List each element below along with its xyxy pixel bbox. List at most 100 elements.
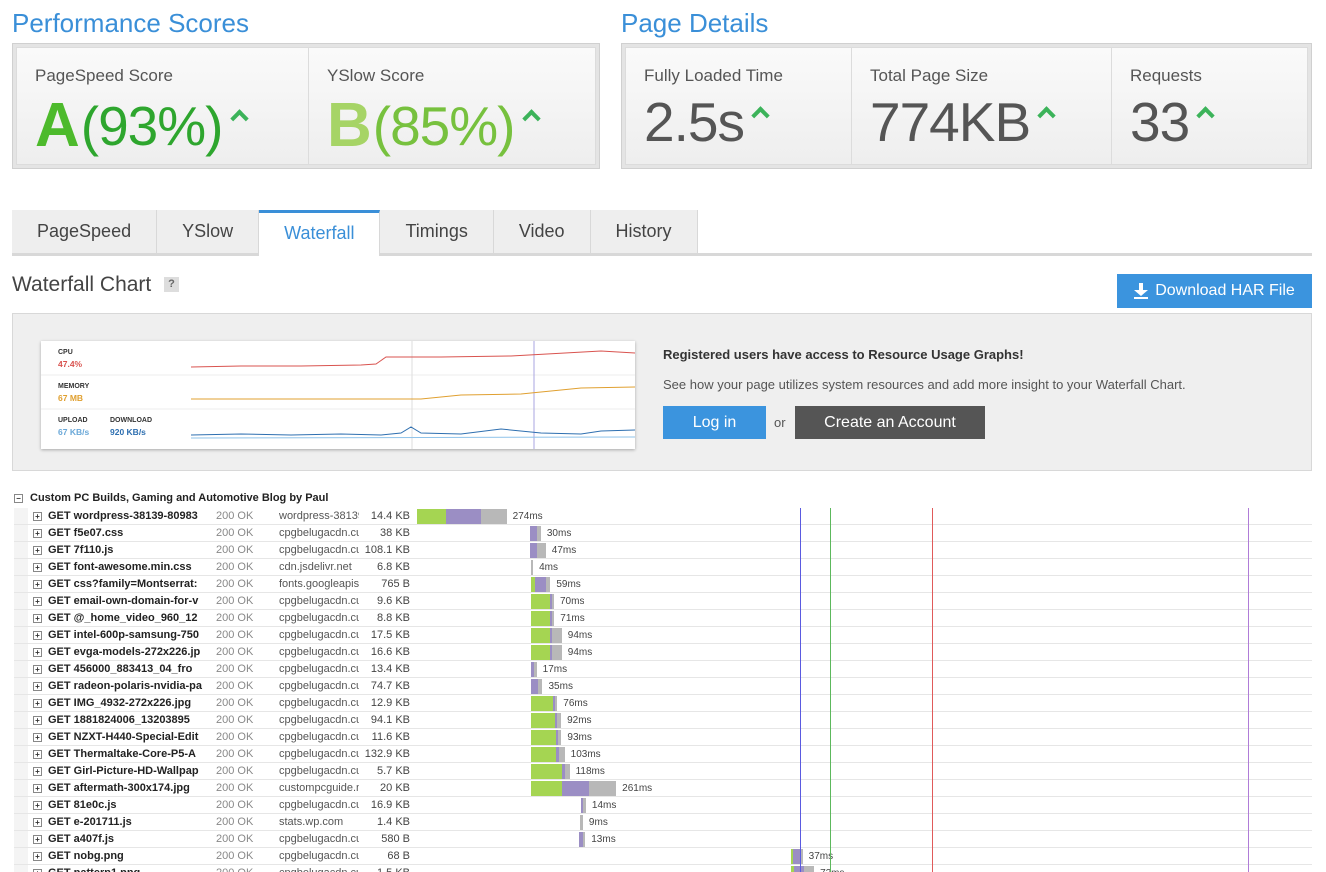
waterfall-page-header[interactable]: − Custom PC Builds, Gaming and Automotiv… bbox=[14, 492, 328, 504]
request-row[interactable]: + GET @_home_video_960_12 200 OK cpgbelugac… bbox=[14, 610, 1312, 627]
request-size: 11.6 KB bbox=[371, 731, 410, 743]
request-size: 765 B bbox=[381, 578, 410, 590]
expand-icon[interactable]: + bbox=[33, 682, 42, 691]
request-row[interactable]: + GET NZXT-H440-Special-Edit 200 OK cpgbelu… bbox=[14, 729, 1312, 746]
tab-video[interactable]: Video bbox=[493, 210, 591, 253]
expand-icon[interactable]: + bbox=[33, 648, 42, 657]
expand-icon[interactable]: + bbox=[33, 512, 42, 521]
request-row[interactable]: + GET Thermaltake-Core-P5-A 200 OK cpgbelug… bbox=[14, 746, 1312, 763]
request-url[interactable]: GET IMG_4932-272x226.jpg bbox=[48, 697, 208, 709]
request-row[interactable]: + GET f5e07.css 200 OK cpgbelugacdn.cu 38 KB… bbox=[14, 525, 1312, 542]
request-row[interactable]: + GET radeon-polaris-nvidia-pa 200 OK cpgbe… bbox=[14, 678, 1312, 695]
expand-icon[interactable]: + bbox=[33, 546, 42, 555]
request-url[interactable]: GET 81e0c.js bbox=[48, 799, 208, 811]
request-url[interactable]: GET NZXT-H440-Special-Edit bbox=[48, 731, 208, 743]
request-row[interactable]: + GET 456000_883413_04_fro 200 OK cpgbeluga… bbox=[14, 661, 1312, 678]
waterfall-page-title: Custom PC Builds, Gaming and Automotive … bbox=[30, 492, 329, 504]
request-size: 14.4 KB bbox=[370, 510, 410, 522]
request-row[interactable]: + GET intel-600p-samsung-750 200 OK cpgbelu… bbox=[14, 627, 1312, 644]
tab-history[interactable]: History bbox=[590, 210, 698, 253]
expand-icon[interactable]: + bbox=[33, 716, 42, 725]
request-status: 200 OK bbox=[216, 663, 254, 675]
request-row[interactable]: +GET pattern1.png200 OKcpgbelugacdn.cu1.… bbox=[14, 865, 1312, 872]
requests-label: Requests bbox=[1130, 66, 1202, 85]
tab-pagespeed[interactable]: PageSpeed bbox=[12, 210, 158, 253]
request-url[interactable]: GET intel-600p-samsung-750 bbox=[48, 629, 208, 641]
create-account-button[interactable]: Create an Account bbox=[795, 406, 985, 439]
dom-loaded-marker bbox=[830, 508, 831, 872]
request-url[interactable]: GET radeon-polaris-nvidia-pa bbox=[48, 680, 208, 692]
request-row[interactable]: + GET wordpress-38139-80983 200 OK wordpres… bbox=[14, 508, 1312, 525]
request-url[interactable]: GET css?family=Montserrat: bbox=[48, 578, 208, 590]
request-url[interactable]: GET e-201711.js bbox=[48, 816, 208, 828]
request-url[interactable]: GET nobg.png bbox=[48, 850, 208, 862]
request-row[interactable]: + GET e-201711.js 200 OK stats.wp.com 1.4 KB… bbox=[14, 814, 1312, 831]
request-url[interactable]: GET Girl-Picture-HD-Wallpap bbox=[48, 765, 208, 777]
request-url[interactable]: GET f5e07.css bbox=[48, 527, 208, 539]
request-url[interactable]: GET wordpress-38139-80983 bbox=[48, 510, 208, 522]
request-row[interactable]: + GET IMG_4932-272x226.jpg 200 OK cpgbeluga… bbox=[14, 695, 1312, 712]
request-url[interactable]: GET aftermath-300x174.jpg bbox=[48, 782, 208, 794]
request-domain: cpgbelugacdn.cu bbox=[279, 663, 359, 675]
expand-icon[interactable]: + bbox=[33, 614, 42, 623]
expand-icon[interactable]: + bbox=[33, 597, 42, 606]
tab-yslow[interactable]: YSlow bbox=[157, 210, 260, 253]
request-row[interactable]: + GET 7f110.js 200 OK cpgbelugacdn.cu 108.1 … bbox=[14, 542, 1312, 559]
expand-icon[interactable]: + bbox=[33, 580, 42, 589]
fully-loaded-time-label: Fully Loaded Time bbox=[644, 66, 783, 85]
request-url[interactable]: GET Thermaltake-Core-P5-A bbox=[48, 748, 208, 760]
expand-icon[interactable]: + bbox=[33, 563, 42, 572]
tab-waterfall[interactable]: Waterfall bbox=[259, 210, 381, 256]
collapse-icon[interactable]: − bbox=[14, 493, 23, 503]
request-url[interactable]: GET @_home_video_960_12 bbox=[48, 612, 208, 624]
login-button[interactable]: Log in bbox=[663, 406, 766, 439]
request-status: 200 OK bbox=[216, 544, 254, 556]
request-row[interactable]: + GET evga-models-272x226.jp 200 OK cpgbelu… bbox=[14, 644, 1312, 661]
expand-icon[interactable]: + bbox=[33, 750, 42, 759]
request-url[interactable]: GET evga-models-272x226.jp bbox=[48, 646, 208, 658]
expand-icon[interactable]: + bbox=[33, 852, 42, 861]
request-url[interactable]: GET a407f.js bbox=[48, 833, 208, 845]
request-row[interactable]: + GET nobg.png 200 OK cpgbelugacdn.cu 68 B 37… bbox=[14, 848, 1312, 865]
expand-icon[interactable]: + bbox=[33, 835, 42, 844]
expand-icon[interactable]: + bbox=[33, 767, 42, 776]
request-url[interactable]: GET font-awesome.min.css bbox=[48, 561, 208, 573]
expand-icon[interactable]: + bbox=[33, 801, 42, 810]
request-row[interactable]: + GET 81e0c.js 200 OK cpgbelugacdn.cu 16.9 K… bbox=[14, 797, 1312, 814]
waterfall-rows: + GET wordpress-38139-80983 200 OK wordpres… bbox=[14, 508, 1312, 872]
request-url[interactable]: GET email-own-domain-for-v bbox=[48, 595, 208, 607]
request-row[interactable]: + GET font-awesome.min.css 200 OK cdn.jsdel… bbox=[14, 559, 1312, 576]
request-url[interactable]: GET 1881824006_13203895 bbox=[48, 714, 208, 726]
expand-icon[interactable]: + bbox=[33, 818, 42, 827]
request-row[interactable]: + GET 1881824006_13203895 200 OK cpgbelugac… bbox=[14, 712, 1312, 729]
request-row[interactable]: + GET css?family=Montserrat: 200 OK fonts.g… bbox=[14, 576, 1312, 593]
expand-icon[interactable]: + bbox=[33, 699, 42, 708]
request-url[interactable]: GET 7f110.js bbox=[48, 544, 208, 556]
total-page-size-value: 774KB bbox=[870, 91, 1031, 153]
request-row[interactable]: + GET Girl-Picture-HD-Wallpap 200 OK cpgbel… bbox=[14, 763, 1312, 780]
request-domain: wordpress-38139 bbox=[279, 510, 359, 522]
request-url[interactable]: GET pattern1.png bbox=[48, 867, 208, 872]
expand-icon[interactable]: + bbox=[33, 529, 42, 538]
expand-icon[interactable]: + bbox=[33, 784, 42, 793]
request-size: 580 B bbox=[381, 833, 410, 845]
request-row[interactable]: + GET a407f.js 200 OK cpgbelugacdn.cu 580 B 1… bbox=[14, 831, 1312, 848]
request-status: 200 OK bbox=[216, 595, 254, 607]
request-url[interactable]: GET 456000_883413_04_fro bbox=[48, 663, 208, 675]
expand-icon[interactable]: + bbox=[33, 733, 42, 742]
pagespeed-percent: (93%) bbox=[80, 94, 224, 157]
timing-bar-wait bbox=[531, 611, 550, 626]
download-har-button[interactable]: Download HAR File bbox=[1117, 274, 1312, 308]
timing-bar-receive bbox=[793, 866, 804, 872]
request-size: 1.5 KB bbox=[364, 867, 410, 872]
expand-icon[interactable]: + bbox=[33, 665, 42, 674]
request-size: 6.8 KB bbox=[376, 561, 410, 573]
request-row[interactable]: + GET email-own-domain-for-v 200 OK cpgbelu… bbox=[14, 593, 1312, 610]
timing-bar-wait bbox=[531, 713, 555, 728]
tab-timings[interactable]: Timings bbox=[380, 210, 494, 253]
help-icon[interactable]: ? bbox=[164, 277, 179, 292]
timing-bar-blocked bbox=[531, 560, 534, 575]
request-domain: fonts.googleapis bbox=[279, 578, 359, 590]
request-row[interactable]: + GET aftermath-300x174.jpg 200 OK custompc… bbox=[14, 780, 1312, 797]
expand-icon[interactable]: + bbox=[33, 631, 42, 640]
